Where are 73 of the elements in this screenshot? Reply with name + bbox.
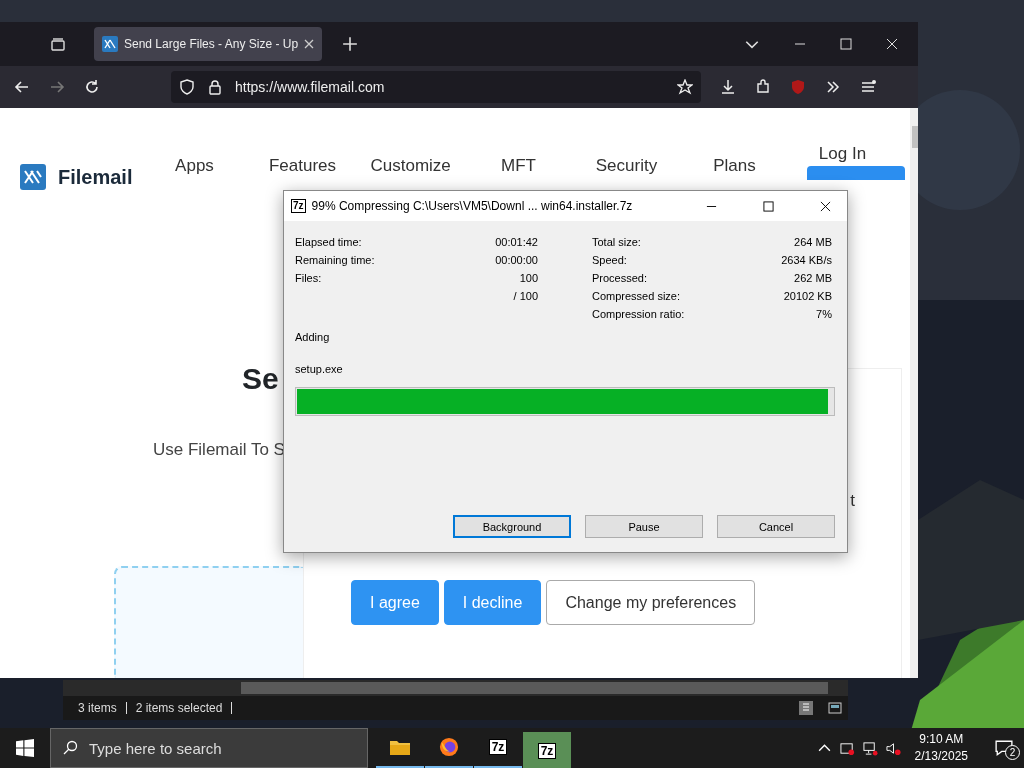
app-icon: 7z — [291, 199, 306, 213]
dialog-button[interactable]: Pause — [585, 515, 703, 538]
stat-label: Compression ratio: — [592, 308, 686, 320]
browser-tab[interactable]: Send Large Files - Any Size - Up — [94, 27, 323, 61]
clock-date[interactable]: 2/13/2025 — [914, 748, 968, 765]
star-icon[interactable] — [677, 79, 693, 95]
dialog-button[interactable]: Cancel — [717, 515, 835, 538]
search-icon — [62, 740, 78, 756]
stat-label: Remaining time: — [295, 254, 376, 266]
back-icon[interactable] — [14, 79, 30, 95]
thumbnail-view-icon[interactable] — [828, 701, 842, 715]
stat-value: 7% — [816, 308, 832, 320]
stat-label: Elapsed time: — [295, 236, 363, 248]
forward-icon[interactable] — [49, 79, 65, 95]
nav-link[interactable]: Security — [586, 154, 667, 178]
stat-value: 20102 KB — [783, 290, 832, 302]
stat-value: 100 — [519, 272, 538, 284]
favicon-icon — [102, 36, 118, 52]
stat-value: 00:00:00 — [495, 254, 538, 266]
new-tab-icon[interactable] — [342, 36, 359, 52]
consent-button[interactable]: Change my preferences — [546, 580, 756, 625]
nav-link[interactable]: Apps — [154, 154, 235, 178]
reload-icon[interactable] — [84, 79, 100, 95]
menu-icon[interactable] — [860, 79, 876, 95]
nav-link[interactable]: Plans — [694, 154, 775, 178]
close-icon[interactable] — [820, 200, 831, 212]
maximize-icon[interactable] — [763, 200, 774, 212]
stat-label: Compressed size: — [592, 290, 682, 302]
page-heading: Se — [242, 362, 279, 396]
clock-time[interactable]: 9:10 AM — [919, 731, 964, 748]
stat-value: / 100 — [513, 290, 538, 302]
consent-text: t — [850, 491, 855, 511]
shield-icon — [179, 79, 195, 95]
nav-link[interactable]: MFT — [478, 154, 559, 178]
taskbar-app[interactable]: 7z — [523, 732, 571, 768]
url-text: https://www.filemail.com — [235, 79, 385, 95]
file-name: setup.exe — [295, 363, 344, 375]
stat-value: 264 MB — [794, 236, 832, 248]
stat-label: Speed: — [592, 254, 628, 266]
logo-text[interactable]: Filemail — [58, 165, 133, 189]
security-icon[interactable] — [839, 740, 855, 756]
address-bar[interactable]: https://www.filemail.com — [171, 71, 701, 103]
dialog-button[interactable]: Background — [453, 515, 571, 538]
scrollbar[interactable] — [63, 680, 848, 696]
network-icon[interactable] — [862, 740, 878, 756]
app-icon: 7z — [488, 739, 508, 755]
taskbar-app[interactable]: 7z — [474, 728, 522, 768]
login-link[interactable]: Log In — [802, 142, 883, 166]
notification-icon[interactable] — [995, 739, 1013, 757]
download-icon[interactable] — [720, 79, 736, 95]
search-field[interactable]: Type here to search — [50, 728, 368, 768]
stat-label: Files: — [295, 272, 323, 284]
lock-icon — [207, 79, 223, 95]
tab-title: Send Large Files - Any Size - Up — [124, 37, 299, 51]
notification-count: 2 — [1005, 745, 1020, 760]
stat-label: Total size: — [592, 236, 642, 248]
stat-value: 2634 KB/s — [781, 254, 832, 266]
overflow-icon[interactable] — [825, 79, 841, 95]
tab-list-icon[interactable] — [50, 36, 66, 52]
stat-value: 262 MB — [794, 272, 832, 284]
start-icon[interactable] — [16, 739, 34, 757]
fox-globe-icon — [438, 737, 460, 757]
stat-label: Processed: — [592, 272, 649, 284]
scrollbar[interactable] — [910, 108, 918, 678]
nav-link[interactable]: Features — [262, 154, 343, 178]
status-text: 2 items selected — [135, 701, 223, 715]
app-icon: 7z — [537, 743, 557, 759]
nav-link[interactable]: Customize — [370, 154, 451, 178]
status-text: 3 items — [78, 701, 117, 715]
action-text: Adding — [295, 331, 331, 343]
stat-value: 00:01:42 — [495, 236, 538, 248]
muted-speaker-icon[interactable] — [885, 740, 901, 756]
dialog-title: 99% Compressing C:\Users\VM5\Downl ... win64.installer.7z — [311, 199, 633, 213]
